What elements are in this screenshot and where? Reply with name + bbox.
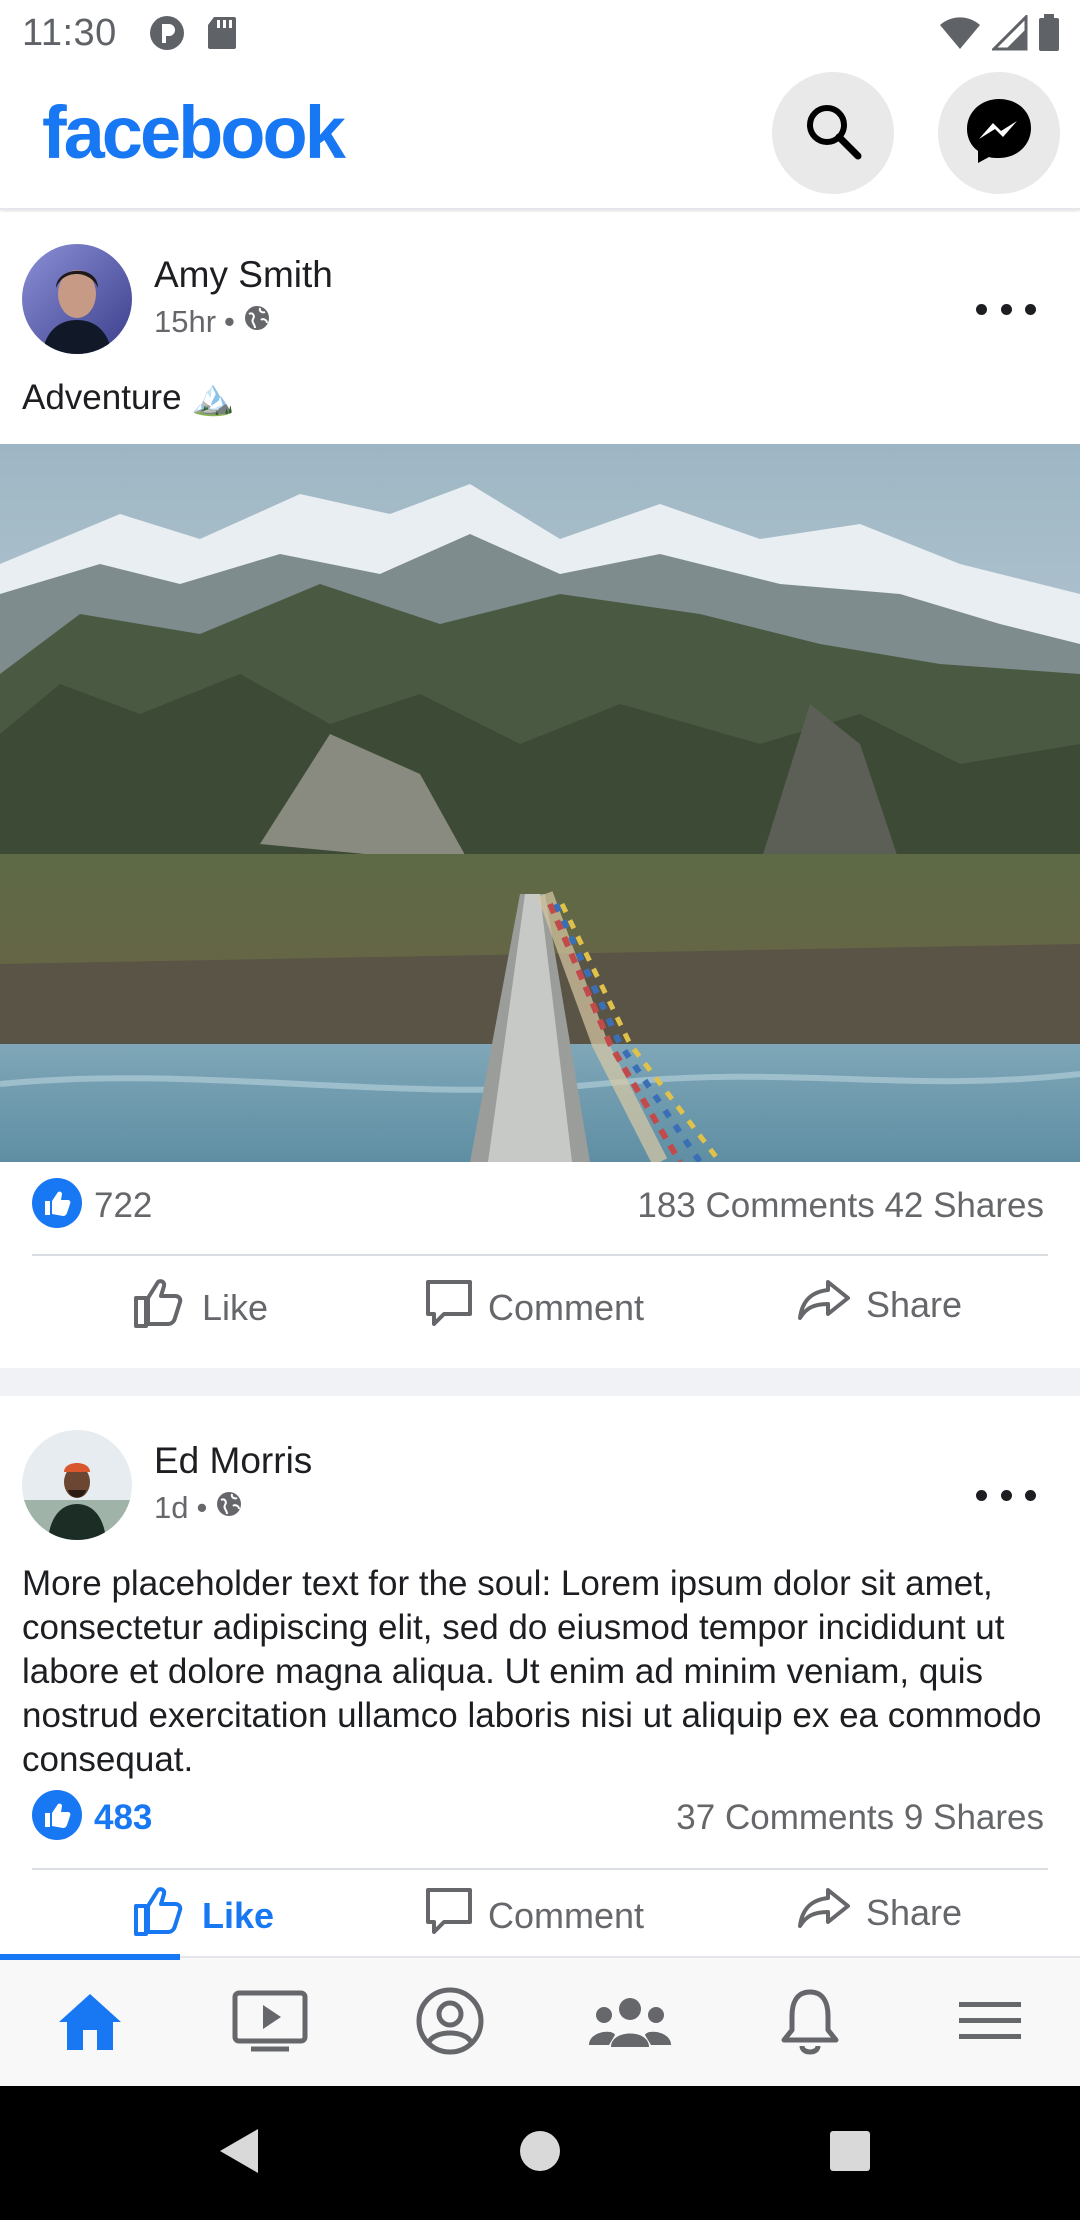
comment-count[interactable]: 37 Comments bbox=[676, 1798, 894, 1837]
comment-button[interactable]: Comment bbox=[424, 1886, 644, 1945]
nav-profile[interactable] bbox=[360, 1978, 540, 2068]
post-text: Adventure 🏔️ bbox=[22, 378, 235, 417]
home-icon bbox=[55, 1990, 125, 2057]
post-meta: 1d • bbox=[154, 1490, 243, 1526]
active-tab-indicator bbox=[0, 1954, 180, 1960]
post-options-button[interactable] bbox=[976, 1480, 1036, 1510]
comments-shares[interactable]: 183 Comments 42 Shares bbox=[637, 1186, 1044, 1226]
share-icon bbox=[796, 1886, 852, 1939]
comment-label: Comment bbox=[488, 1894, 645, 1936]
nav-notifications[interactable] bbox=[720, 1978, 900, 2068]
like-count[interactable]: 722 bbox=[94, 1186, 152, 1226]
thumbs-up-icon bbox=[132, 1278, 188, 1337]
menu-icon bbox=[957, 1998, 1023, 2049]
post-divider bbox=[32, 1868, 1048, 1870]
home-circle-icon bbox=[518, 2129, 562, 2178]
messenger-button[interactable] bbox=[938, 72, 1060, 194]
video-icon bbox=[231, 1989, 309, 2058]
globe-icon bbox=[243, 304, 271, 340]
share-label: Share bbox=[866, 1891, 963, 1933]
post-text: More placeholder text for the soul: Lore… bbox=[22, 1564, 1042, 1779]
thumbs-up-icon bbox=[132, 1886, 188, 1945]
post-meta: 15hr • bbox=[154, 304, 271, 340]
post-author[interactable]: Ed Morris bbox=[154, 1440, 312, 1482]
like-count[interactable]: 483 bbox=[94, 1798, 152, 1838]
feed-separator bbox=[0, 1368, 1080, 1396]
share-label: Share bbox=[866, 1283, 963, 1325]
like-badge-icon bbox=[32, 1178, 82, 1228]
like-label: Like bbox=[202, 1894, 275, 1936]
recents-icon bbox=[829, 2130, 871, 2177]
post-actions: Like Comment Share bbox=[0, 1882, 1080, 1962]
globe-icon bbox=[215, 1490, 243, 1526]
search-icon bbox=[802, 100, 864, 167]
system-nav-bar bbox=[0, 2086, 1080, 2220]
comment-button[interactable]: Comment bbox=[424, 1278, 644, 1337]
nav-home[interactable] bbox=[0, 1978, 180, 2068]
comment-count[interactable]: 183 Comments bbox=[637, 1186, 874, 1225]
app-header: facebook bbox=[0, 66, 1080, 210]
nav-groups[interactable] bbox=[540, 1978, 720, 2068]
profile-icon bbox=[415, 1986, 485, 2061]
post-stats: 722 183 Comments 42 Shares bbox=[0, 1174, 1080, 1244]
status-bar: 11:30 bbox=[0, 0, 1080, 66]
post-card: Ed Morris 1d • More placeholder text for… bbox=[0, 1396, 1080, 1956]
share-icon bbox=[796, 1278, 852, 1331]
comment-icon bbox=[424, 1278, 474, 1337]
like-label: Like bbox=[202, 1286, 269, 1328]
like-badge-icon bbox=[32, 1790, 82, 1840]
comments-shares[interactable]: 37 Comments 9 Shares bbox=[676, 1798, 1044, 1838]
notifications-icon bbox=[780, 1986, 840, 2061]
post-time: 15hr bbox=[154, 304, 217, 339]
groups-icon bbox=[587, 1991, 673, 2056]
sd-card-icon bbox=[206, 15, 238, 56]
search-button[interactable] bbox=[772, 72, 894, 194]
battery-icon bbox=[1038, 14, 1060, 57]
post-time: 1d bbox=[154, 1490, 189, 1525]
post-image[interactable] bbox=[0, 444, 1080, 1162]
status-time: 11:30 bbox=[22, 12, 117, 54]
home-button[interactable] bbox=[507, 2120, 573, 2186]
post-actions: Like Comment Share bbox=[0, 1274, 1080, 1354]
pocket-icon bbox=[148, 14, 186, 57]
post-stats: 483 37 Comments 9 Shares bbox=[0, 1786, 1080, 1856]
share-count[interactable]: 42 Shares bbox=[884, 1186, 1044, 1225]
avatar[interactable] bbox=[22, 244, 132, 354]
like-button[interactable]: Like bbox=[132, 1278, 268, 1337]
facebook-logo[interactable]: facebook bbox=[42, 90, 346, 175]
share-button[interactable]: Share bbox=[796, 1278, 962, 1331]
share-button[interactable]: Share bbox=[796, 1886, 962, 1939]
nav-menu[interactable] bbox=[900, 1978, 1080, 2068]
share-count[interactable]: 9 Shares bbox=[904, 1798, 1044, 1837]
messenger-icon bbox=[963, 95, 1035, 172]
wifi-icon bbox=[938, 15, 982, 56]
bottom-nav bbox=[0, 1954, 1080, 2086]
back-icon bbox=[216, 2125, 262, 2182]
post-divider bbox=[32, 1254, 1048, 1256]
nav-video[interactable] bbox=[180, 1978, 360, 2068]
dot-separator: • bbox=[196, 1490, 208, 1525]
avatar[interactable] bbox=[22, 1430, 132, 1540]
comment-icon bbox=[424, 1886, 474, 1945]
post-card: Amy Smith 15hr • Adventure 🏔️ 722 183 Co… bbox=[0, 212, 1080, 1368]
post-author[interactable]: Amy Smith bbox=[154, 254, 333, 296]
dot-separator: • bbox=[224, 304, 235, 339]
cellular-icon bbox=[990, 13, 1028, 56]
comment-label: Comment bbox=[488, 1286, 645, 1328]
like-button[interactable]: Like bbox=[132, 1886, 274, 1945]
post-options-button[interactable] bbox=[976, 294, 1036, 324]
back-button[interactable] bbox=[206, 2120, 272, 2186]
recents-button[interactable] bbox=[817, 2120, 883, 2186]
